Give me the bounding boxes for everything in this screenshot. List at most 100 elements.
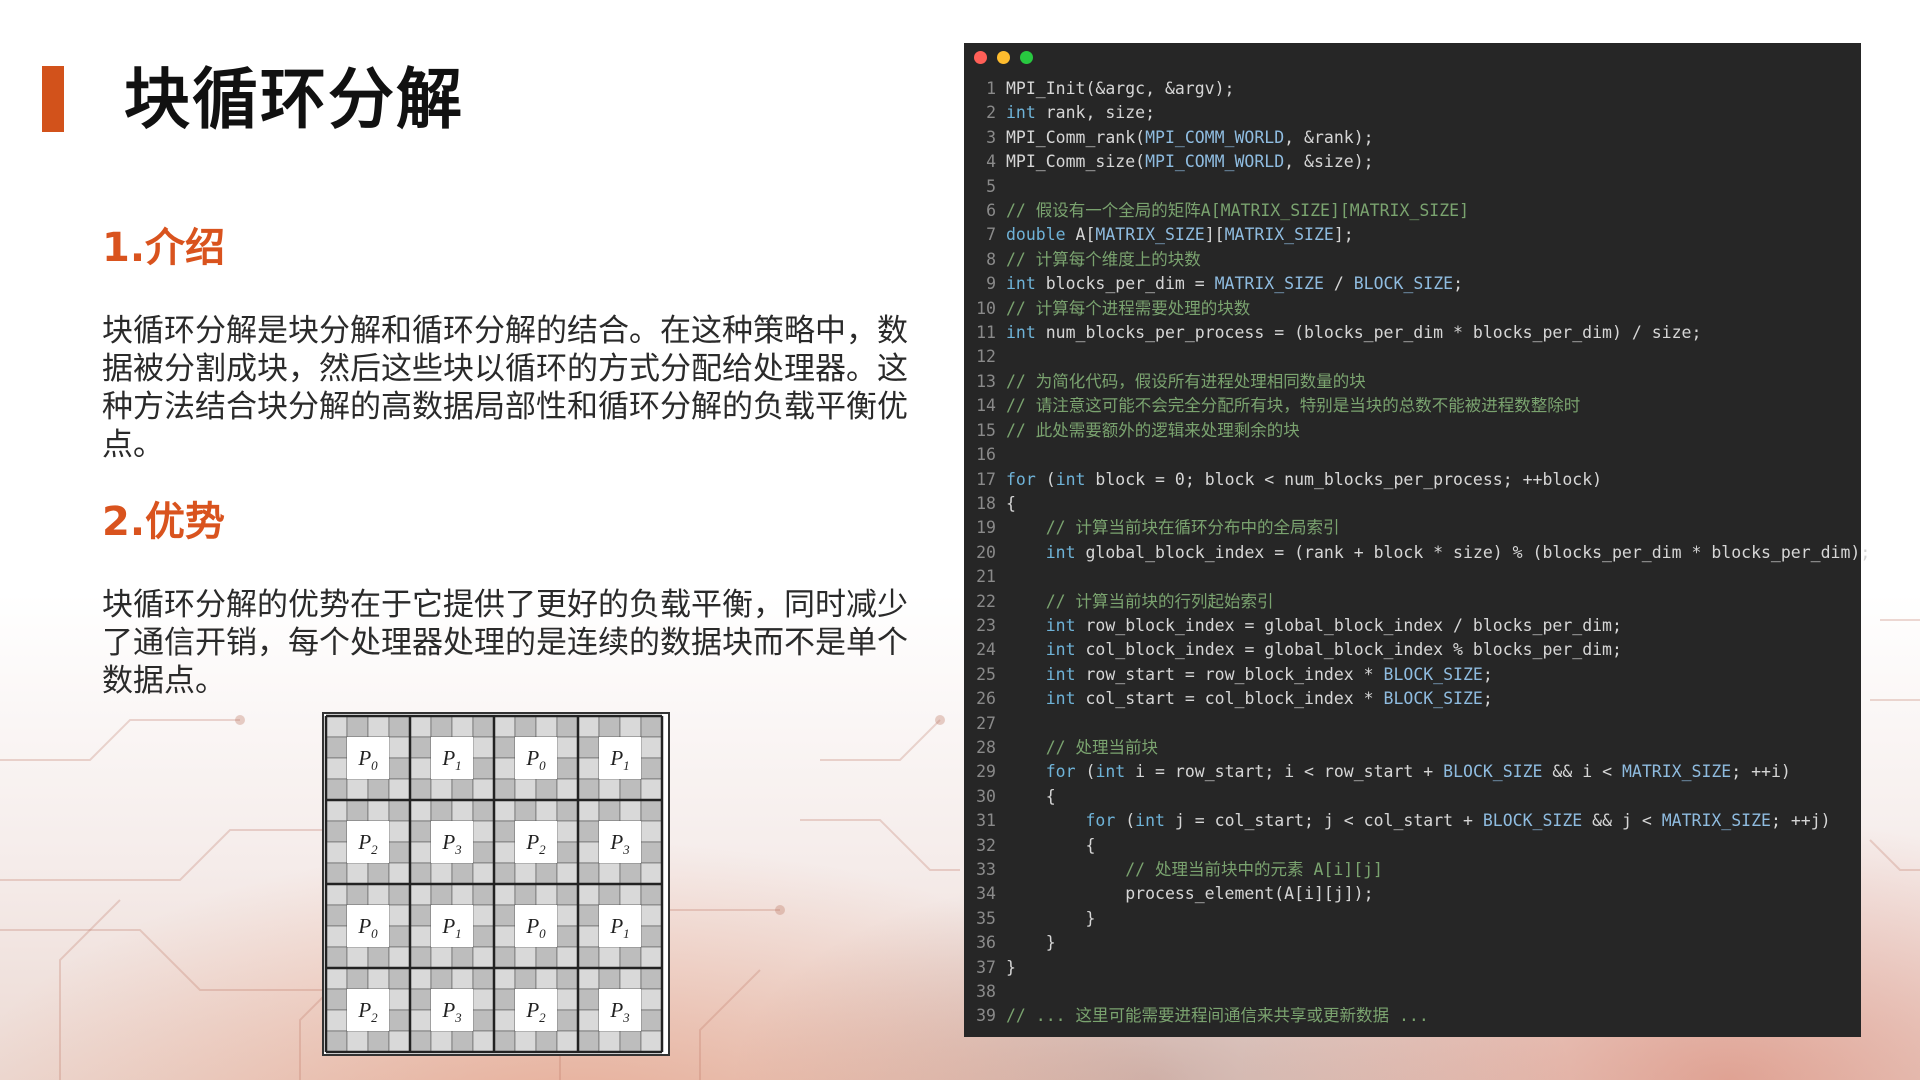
grid-cell <box>388 799 411 822</box>
line-number: 30 <box>976 786 996 806</box>
grid-cell <box>619 715 642 738</box>
code-text: int row_start = row_block_index * BLOCK_… <box>1045 664 1493 684</box>
grid-cell <box>493 883 516 906</box>
line-number: 5 <box>986 176 996 196</box>
grid-cell <box>577 883 600 906</box>
code-line: 9 int blocks_per_dim = MATRIX_SIZE / BLOC… <box>964 272 1861 296</box>
line-number: 20 <box>976 542 996 562</box>
grid-cell <box>472 988 495 1011</box>
code-text: double A[MATRIX_SIZE][MATRIX_SIZE]; <box>1006 225 1354 245</box>
grid-cell <box>325 799 348 822</box>
code-line: 29 for (int i = row_start; i < row_start… <box>964 760 1861 784</box>
code-line: 38 <box>964 980 1861 1004</box>
grid-cell <box>493 904 516 927</box>
grid-cell <box>388 841 411 864</box>
grid-cell <box>619 967 642 990</box>
line-number: 9 <box>986 274 996 294</box>
maximize-dot-icon[interactable] <box>1020 51 1033 64</box>
code-text: // ... 这里可能需要进程间通信来共享或更新数据 ... <box>1006 1006 1429 1026</box>
grid-cell <box>430 946 453 969</box>
grid-cell <box>325 841 348 864</box>
code-line: 14 // 请注意这可能不会完全分配所有块，特别是当块的总数不能被进程数整除时 <box>964 394 1861 418</box>
grid-cell <box>493 988 516 1011</box>
grid-cell <box>619 883 642 906</box>
grid-cell <box>325 967 348 990</box>
code-text: for (int i = row_start; i < row_start + … <box>1045 762 1791 782</box>
grid-cell <box>367 883 390 906</box>
minimize-dot-icon[interactable] <box>997 51 1010 64</box>
code-line: 30 { <box>964 785 1861 809</box>
grid-cell <box>388 715 411 738</box>
grid-cell <box>577 841 600 864</box>
grid-cell <box>577 799 600 822</box>
grid-cell <box>556 967 579 990</box>
grid-cell <box>598 883 621 906</box>
grid-cell <box>451 883 474 906</box>
code-text: } <box>1006 957 1016 977</box>
code-line: 3 MPI_Comm_rank(MPI_COMM_WORLD, &rank); <box>964 126 1861 150</box>
code-window: 1 MPI_Init(&argc, &argv); 2 int rank, size;… <box>964 43 1870 1037</box>
code-line: 23 int row_block_index = global_block_in… <box>964 614 1861 638</box>
grid-cell <box>430 967 453 990</box>
grid-cell <box>451 715 474 738</box>
grid-cell <box>346 967 369 990</box>
grid-cell <box>346 862 369 885</box>
grid-cell <box>493 757 516 780</box>
grid-cell <box>325 904 348 927</box>
grid-cell <box>577 1009 600 1032</box>
grid-cell <box>535 967 558 990</box>
grid-cell <box>535 778 558 801</box>
grid-cell <box>388 946 411 969</box>
grid-cell <box>640 841 663 864</box>
line-number: 21 <box>976 567 996 587</box>
grid-cell <box>535 799 558 822</box>
grid-cell <box>598 967 621 990</box>
grid-cell <box>325 862 348 885</box>
grid-cell <box>409 883 432 906</box>
code-text: for (int block = 0; block < num_blocks_p… <box>1006 469 1603 489</box>
grid-cell <box>556 1030 579 1053</box>
grid-cell <box>430 799 453 822</box>
code-line: 26 int col_start = col_block_index * BLO… <box>964 687 1861 711</box>
grid-cell <box>472 904 495 927</box>
line-number: 6 <box>986 201 996 221</box>
grid-cell <box>451 967 474 990</box>
code-text: // 计算当前块的行列起始索引 <box>1045 591 1274 611</box>
code-line: 25 int row_start = row_block_index * BLO… <box>964 663 1861 687</box>
line-number: 12 <box>976 347 996 367</box>
code-line: 24 int col_block_index = global_block_in… <box>964 638 1861 662</box>
code-line: 10 // 计算每个进程需要处理的块数 <box>964 297 1861 321</box>
grid-cell <box>640 988 663 1011</box>
grid-cell <box>514 862 537 885</box>
code-line: 7 double A[MATRIX_SIZE][MATRIX_SIZE]; <box>964 223 1861 247</box>
code-line: 17 for (int block = 0; block < num_blocks… <box>964 468 1861 492</box>
grid-cell <box>367 799 390 822</box>
grid-cell <box>409 904 432 927</box>
grid-cell <box>556 1009 579 1032</box>
grid-cell <box>409 967 432 990</box>
grid-cell <box>619 946 642 969</box>
code-line: 32 { <box>964 834 1861 858</box>
grid-cell <box>388 736 411 759</box>
grid-cell <box>493 1009 516 1032</box>
grid-cell <box>409 799 432 822</box>
code-line: 39 // ... 这里可能需要进程间通信来共享或更新数据 ... <box>964 1004 1861 1028</box>
grid-cell <box>409 925 432 948</box>
page-title: 块循环分解 <box>124 61 464 138</box>
grid-cell <box>640 1009 663 1032</box>
grid-cell <box>388 778 411 801</box>
grid-cell <box>577 736 600 759</box>
title-accent-bar <box>42 66 64 132</box>
grid-cell <box>346 715 369 738</box>
code-line: 6 // 假设有一个全局的矩阵A[MATRIX_SIZE][MATRIX_SIZE… <box>964 199 1861 223</box>
code-line: 11 int num_blocks_per_process = (blocks_p… <box>964 321 1861 345</box>
grid-cell <box>640 946 663 969</box>
grid-cell <box>619 778 642 801</box>
grid-cell <box>556 736 579 759</box>
code-text: { <box>1006 786 1056 806</box>
close-dot-icon[interactable] <box>974 51 987 64</box>
grid-cell <box>556 778 579 801</box>
grid-cell <box>640 757 663 780</box>
grid-cell <box>493 736 516 759</box>
line-number: 35 <box>976 908 996 928</box>
